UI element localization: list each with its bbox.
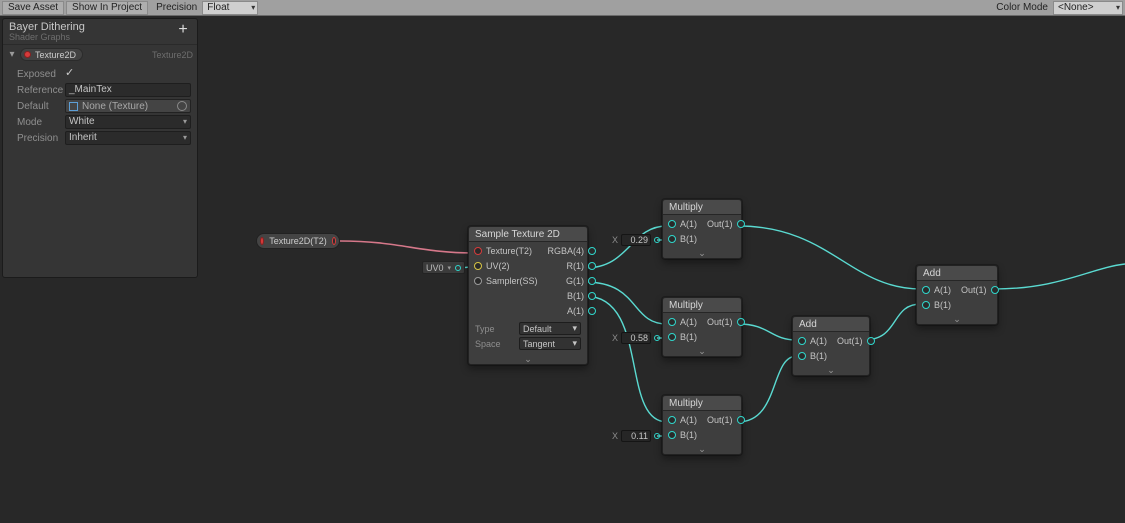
property-pill-texture2d[interactable]: Texture2D — [20, 48, 83, 61]
property-node-label: Texture2D(T2) — [269, 236, 327, 246]
inline-value-field[interactable]: 0.29 — [621, 234, 651, 246]
chevron-down-icon: ▾ — [183, 132, 187, 144]
node-option-space-label: Space — [475, 339, 511, 349]
row-label-default: Default — [17, 101, 59, 112]
node-option-type-select[interactable]: Default▾ — [519, 322, 581, 335]
inline-value-field[interactable]: 0.58 — [621, 332, 651, 344]
node-title[interactable]: Add — [793, 317, 869, 332]
collapse-toggle-icon[interactable]: ⌄ — [917, 314, 997, 324]
property-color-dot — [24, 51, 31, 58]
port-connector — [654, 237, 660, 243]
mode-select[interactable]: White ▾ — [65, 115, 191, 129]
port-out[interactable]: Out(1) — [958, 283, 1002, 297]
exposed-checkbox[interactable]: ✓ — [65, 69, 76, 80]
precision-select[interactable]: Inherit ▾ — [65, 131, 191, 145]
blackboard-panel[interactable]: Bayer Dithering Shader Graphs + ▾ Textur… — [2, 18, 198, 278]
inline-value-1[interactable]: X 0.29 — [612, 234, 660, 246]
top-toolbar: Save Asset Show In Project Precision Flo… — [0, 0, 1125, 16]
collapse-toggle-icon[interactable]: ⌄ — [663, 248, 741, 258]
collapse-toggle-icon[interactable]: ⌄ — [793, 365, 869, 375]
node-option-space-select[interactable]: Tangent▾ — [519, 337, 581, 350]
port-out[interactable]: Out(1) — [704, 217, 748, 231]
port-connector — [654, 433, 660, 439]
node-multiply-3[interactable]: Multiply A(1) B(1) Out(1) ⌄ — [662, 395, 742, 455]
port-in-a[interactable]: A(1) — [919, 283, 954, 297]
port-out-r[interactable]: R(1) — [564, 259, 600, 273]
show-in-project-button[interactable]: Show In Project — [66, 1, 148, 15]
texture-icon — [69, 102, 78, 111]
default-texture-value: None (Texture) — [82, 101, 148, 112]
node-sample-texture-2d[interactable]: Sample Texture 2D Texture(T2) UV(2) Samp… — [468, 226, 588, 365]
precision-value: Float — [207, 2, 229, 13]
inline-value-field[interactable]: 0.11 — [621, 430, 651, 442]
node-title[interactable]: Multiply — [663, 396, 741, 411]
port-in-a[interactable]: A(1) — [665, 413, 700, 427]
port-connector — [455, 265, 461, 271]
port-in-sampler[interactable]: Sampler(SS) — [471, 274, 541, 288]
port-out[interactable] — [332, 237, 336, 245]
port-in-b[interactable]: B(1) — [665, 428, 700, 442]
port-in-texture[interactable]: Texture(T2) — [471, 244, 535, 258]
uv-select-chip[interactable]: UV0 ▾ — [422, 261, 465, 274]
property-node-texture2d[interactable]: Texture2D(T2) — [256, 233, 340, 249]
property-color-dot — [260, 237, 264, 245]
port-out[interactable]: Out(1) — [834, 334, 878, 348]
node-title[interactable]: Multiply — [663, 298, 741, 313]
port-in-b[interactable]: B(1) — [665, 232, 700, 246]
port-in-uv[interactable]: UV(2) — [471, 259, 513, 273]
chevron-down-icon: ▾ — [251, 3, 255, 12]
reference-field[interactable]: _MainTex — [65, 83, 191, 97]
port-out-rgba[interactable]: RGBA(4) — [545, 244, 600, 258]
port-connector — [654, 335, 660, 341]
color-mode-value: <None> — [1058, 2, 1094, 13]
color-mode-label: Color Mode — [990, 2, 1051, 13]
collapse-toggle-icon[interactable]: ⌄ — [663, 444, 741, 454]
row-label-mode: Mode — [17, 117, 59, 128]
port-in-b[interactable]: B(1) — [795, 349, 830, 363]
port-out-g[interactable]: G(1) — [563, 274, 599, 288]
uv-select-label: UV0 — [426, 263, 444, 273]
property-pill-label: Texture2D — [35, 50, 76, 60]
blackboard-subtitle: Shader Graphs — [9, 33, 85, 42]
node-add-2[interactable]: Add A(1) B(1) Out(1) ⌄ — [916, 265, 998, 325]
node-multiply-2[interactable]: Multiply A(1) B(1) Out(1) ⌄ — [662, 297, 742, 357]
color-mode-select[interactable]: <None> ▾ — [1053, 1, 1123, 15]
node-title[interactable]: Multiply — [663, 200, 741, 215]
add-property-button[interactable]: + — [175, 22, 191, 38]
save-asset-button[interactable]: Save Asset — [2, 1, 64, 15]
chevron-down-icon: ▾ — [572, 323, 577, 334]
object-picker-icon[interactable] — [177, 101, 187, 111]
collapse-toggle-icon[interactable]: ⌄ — [469, 354, 587, 364]
node-multiply-1[interactable]: Multiply A(1) B(1) Out(1) ⌄ — [662, 199, 742, 259]
port-in-a[interactable]: A(1) — [665, 217, 700, 231]
precision-label: Precision — [150, 2, 200, 13]
inline-value-2[interactable]: X 0.58 — [612, 332, 660, 344]
default-texture-field[interactable]: None (Texture) — [65, 99, 191, 113]
row-label-precision: Precision — [17, 133, 59, 144]
port-in-b[interactable]: B(1) — [665, 330, 700, 344]
chevron-down-icon: ▾ — [448, 264, 452, 272]
port-out[interactable]: Out(1) — [704, 315, 748, 329]
precision-select[interactable]: Float ▾ — [202, 1, 258, 15]
inline-value-3[interactable]: X 0.11 — [612, 430, 660, 442]
collapse-toggle-icon[interactable]: ⌄ — [663, 346, 741, 356]
property-type-label: Texture2D — [152, 50, 193, 60]
row-label-exposed: Exposed — [17, 69, 59, 80]
port-out-a[interactable]: A(1) — [564, 304, 599, 318]
chevron-down-icon: ▾ — [572, 338, 577, 349]
node-option-type-label: Type — [475, 324, 511, 334]
port-in-a[interactable]: A(1) — [665, 315, 700, 329]
port-in-a[interactable]: A(1) — [795, 334, 830, 348]
node-add-1[interactable]: Add A(1) B(1) Out(1) ⌄ — [792, 316, 870, 376]
port-out-b[interactable]: B(1) — [564, 289, 599, 303]
port-out[interactable]: Out(1) — [704, 413, 748, 427]
node-title[interactable]: Sample Texture 2D — [469, 227, 587, 242]
chevron-down-icon: ▾ — [183, 116, 187, 128]
row-label-reference: Reference — [17, 85, 59, 96]
port-in-b[interactable]: B(1) — [919, 298, 954, 312]
chevron-down-icon: ▾ — [1116, 3, 1120, 12]
node-title[interactable]: Add — [917, 266, 997, 281]
fold-toggle-icon[interactable]: ▾ — [7, 49, 17, 60]
